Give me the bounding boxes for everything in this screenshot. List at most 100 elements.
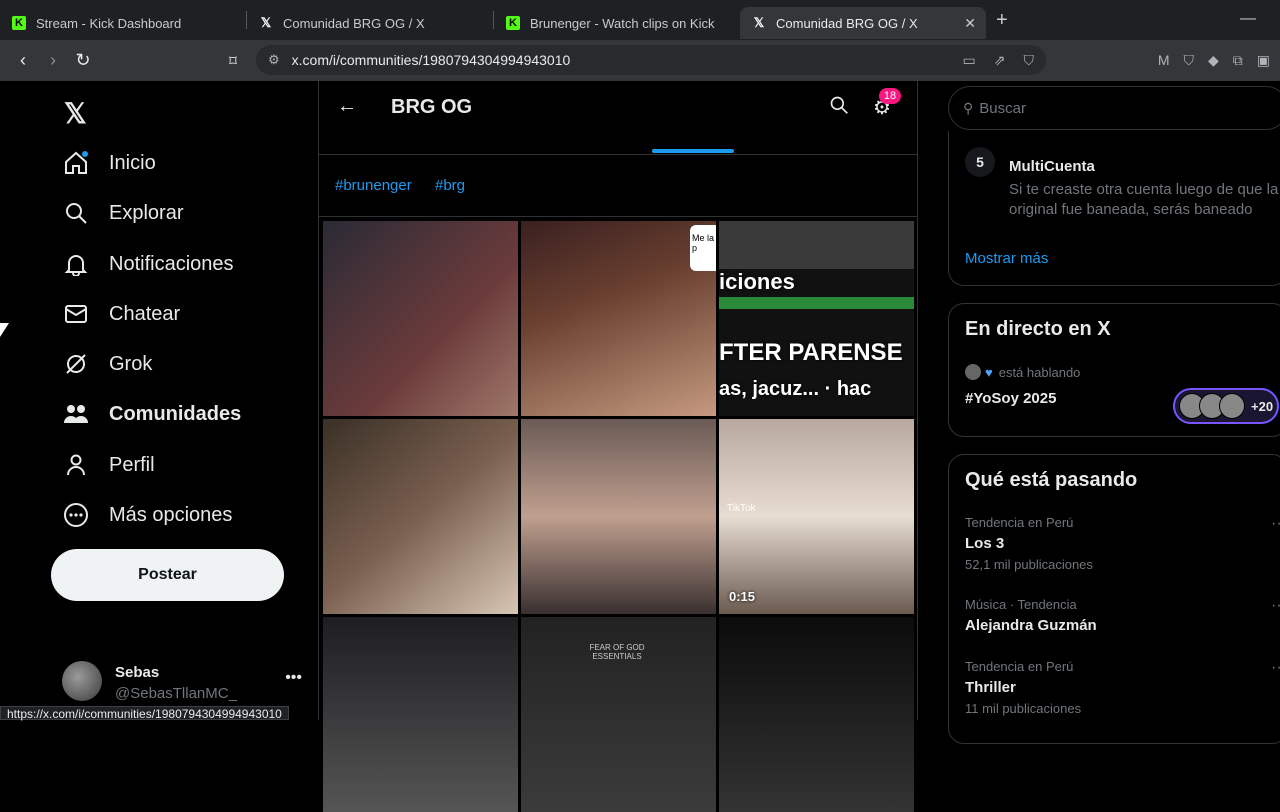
- trend-item[interactable]: Música · Tendencia Alejandra Guzmán ···: [965, 597, 1280, 634]
- browser-tab[interactable]: 𝕏 Comunidad BRG OG / X: [247, 7, 493, 39]
- post-button[interactable]: Postear: [51, 549, 284, 601]
- trend-meta: Tendencia en Perú: [965, 515, 1074, 530]
- nav-label: Notificaciones: [109, 252, 234, 275]
- community-column: ← BRG OG ⚙ 18 #brunenger #brg Me la p ic…: [318, 81, 918, 812]
- live-box: En directo en X ♥ está hablando #YoSoy 2…: [948, 303, 1280, 437]
- media-thumbnail[interactable]: [323, 419, 518, 614]
- tab-title: Stream - Kick Dashboard: [36, 15, 182, 31]
- bookmark-icon[interactable]: ⌑: [218, 52, 248, 70]
- media-thumbnail[interactable]: FEAR OF GOD ESSENTIALS: [521, 617, 716, 812]
- tab-title: Comunidad BRG OG / X: [776, 15, 918, 31]
- sidebar-toggle-icon[interactable]: ▣: [1257, 52, 1270, 69]
- home-icon: [62, 149, 90, 177]
- search-input[interactable]: ⚲ Buscar: [948, 86, 1280, 130]
- shield-extension-icon[interactable]: ⛉: [1183, 52, 1194, 69]
- new-tab-button[interactable]: +: [996, 9, 1008, 32]
- trend-name: Thriller: [965, 679, 1016, 696]
- person-icon: [62, 451, 90, 479]
- show-more-link[interactable]: Mostrar más: [965, 250, 1048, 267]
- nav-label: Perfil: [109, 453, 155, 476]
- media-thumbnail[interactable]: [521, 419, 716, 614]
- site-settings-icon[interactable]: ⚙: [268, 52, 280, 68]
- media-grid: Me la p iciones FTER PARENSE as, jacuz..…: [323, 221, 917, 812]
- grok-icon: [62, 350, 90, 378]
- trend-count: 11 mil publicaciones: [965, 701, 1082, 716]
- minimize-button[interactable]: —: [1240, 10, 1256, 28]
- nav-label: Inicio: [109, 151, 156, 174]
- nav-label: Más opciones: [109, 503, 233, 526]
- media-thumbnail[interactable]: iciones FTER PARENSE as, jacuz... · hac: [719, 221, 914, 416]
- nav-item-inicio[interactable]: Inicio: [62, 149, 156, 177]
- nav-item-notificaciones[interactable]: Notificaciones: [62, 250, 234, 278]
- nav-item-perfil[interactable]: Perfil: [62, 451, 155, 479]
- puzzle-icon[interactable]: ⧉: [1233, 52, 1243, 69]
- search-placeholder: Buscar: [979, 99, 1026, 117]
- space-title[interactable]: #YoSoy 2025: [965, 390, 1056, 407]
- nav-label: Comunidades: [109, 402, 242, 425]
- nav-item-comunidades[interactable]: Comunidades: [62, 400, 241, 428]
- browser-tab-active[interactable]: 𝕏 Comunidad BRG OG / X ✕: [740, 7, 986, 39]
- x-logo-icon[interactable]: 𝕏: [64, 97, 87, 130]
- tab-indicator: [652, 149, 734, 153]
- more-dots-icon[interactable]: ···: [1271, 515, 1280, 533]
- nav-label: Grok: [109, 352, 153, 375]
- nav-label: Chatear: [109, 302, 181, 325]
- close-icon[interactable]: ✕: [964, 15, 976, 32]
- green-banner: [719, 297, 914, 309]
- primary-nav: 𝕏 Inicio Explorar Notificaciones Chatear…: [0, 81, 318, 720]
- browser-tab[interactable]: K Stream - Kick Dashboard: [0, 7, 246, 39]
- search-icon: ⚲: [963, 99, 974, 116]
- nav-item-grok[interactable]: Grok: [62, 350, 152, 378]
- more-dots-icon[interactable]: •••: [285, 669, 302, 687]
- tab-title: Brunenger - Watch clips on Kick: [530, 15, 715, 31]
- brave-shield-icon[interactable]: ⛉: [1024, 52, 1035, 69]
- media-thumbnail[interactable]: [323, 221, 518, 416]
- trend-item[interactable]: Tendencia en Perú Los 3 52,1 mil publica…: [965, 515, 1280, 572]
- reload-icon[interactable]: ↻: [68, 50, 98, 71]
- media-thumbnail[interactable]: TikTok 0:15: [719, 419, 914, 614]
- trend-item[interactable]: Tendencia en Perú Thriller 11 mil public…: [965, 659, 1280, 716]
- cast-icon[interactable]: ▭: [963, 52, 976, 69]
- back-arrow-icon[interactable]: ←: [337, 95, 357, 118]
- diamond-extension-icon[interactable]: ◆: [1208, 52, 1219, 69]
- overlay-text: FTER PARENSE: [719, 339, 903, 366]
- media-thumbnail[interactable]: [719, 617, 914, 812]
- back-icon[interactable]: ‹: [8, 50, 38, 71]
- overlay-text: iciones: [719, 269, 795, 294]
- community-rules-box: 5 MultiCuenta Si te creaste otra cuenta …: [948, 131, 1280, 286]
- trend-count: 52,1 mil publicaciones: [965, 557, 1093, 572]
- hashtag-link[interactable]: #brunenger: [335, 177, 412, 194]
- trends-box: Qué está pasando Tendencia en Perú Los 3…: [948, 454, 1280, 744]
- heart-icon: ♥: [985, 364, 993, 380]
- rule-title: MultiCuenta: [1009, 158, 1095, 175]
- extension-icon[interactable]: M: [1158, 52, 1170, 69]
- kick-icon: K: [506, 16, 520, 30]
- share-icon[interactable]: ⇗: [994, 52, 1006, 69]
- media-thumbnail[interactable]: [323, 617, 518, 812]
- nav-label: Explorar: [109, 201, 184, 224]
- nav-item-mas-opciones[interactable]: Más opciones: [62, 501, 232, 529]
- tiktok-watermark: TikTok: [727, 503, 756, 514]
- search-icon[interactable]: [829, 95, 849, 120]
- bell-icon: [62, 250, 90, 278]
- more-dots-icon[interactable]: ···: [1271, 597, 1280, 615]
- forward-icon[interactable]: ›: [38, 50, 68, 71]
- speaking-text: está hablando: [998, 364, 1081, 380]
- status-url: https://x.com/i/communities/198079430499…: [0, 706, 289, 721]
- avatar: [965, 364, 981, 380]
- hashtag-link[interactable]: #brg: [435, 177, 465, 194]
- media-thumbnail[interactable]: Me la p: [521, 221, 716, 416]
- nav-item-explorar[interactable]: Explorar: [62, 199, 183, 227]
- x-icon: 𝕏: [260, 15, 272, 30]
- mouse-cursor-icon: [0, 323, 9, 337]
- account-switcher[interactable]: Sebas @SebasTllanMC_ •••: [62, 661, 302, 707]
- browser-tab[interactable]: K Brunenger - Watch clips on Kick: [494, 7, 740, 39]
- hashtag-row: #brunenger #brg: [319, 155, 917, 217]
- space-listeners[interactable]: +20: [1173, 388, 1279, 424]
- trend-name: Los 3: [965, 535, 1005, 552]
- nav-item-chatear[interactable]: Chatear: [62, 300, 180, 328]
- url-text: x.com/i/communities/1980794304994943010: [291, 52, 571, 68]
- url-bar[interactable]: ⚙ x.com/i/communities/198079430499494301…: [256, 45, 1046, 75]
- more-dots-icon[interactable]: ···: [1271, 659, 1280, 677]
- x-icon: 𝕏: [753, 15, 765, 30]
